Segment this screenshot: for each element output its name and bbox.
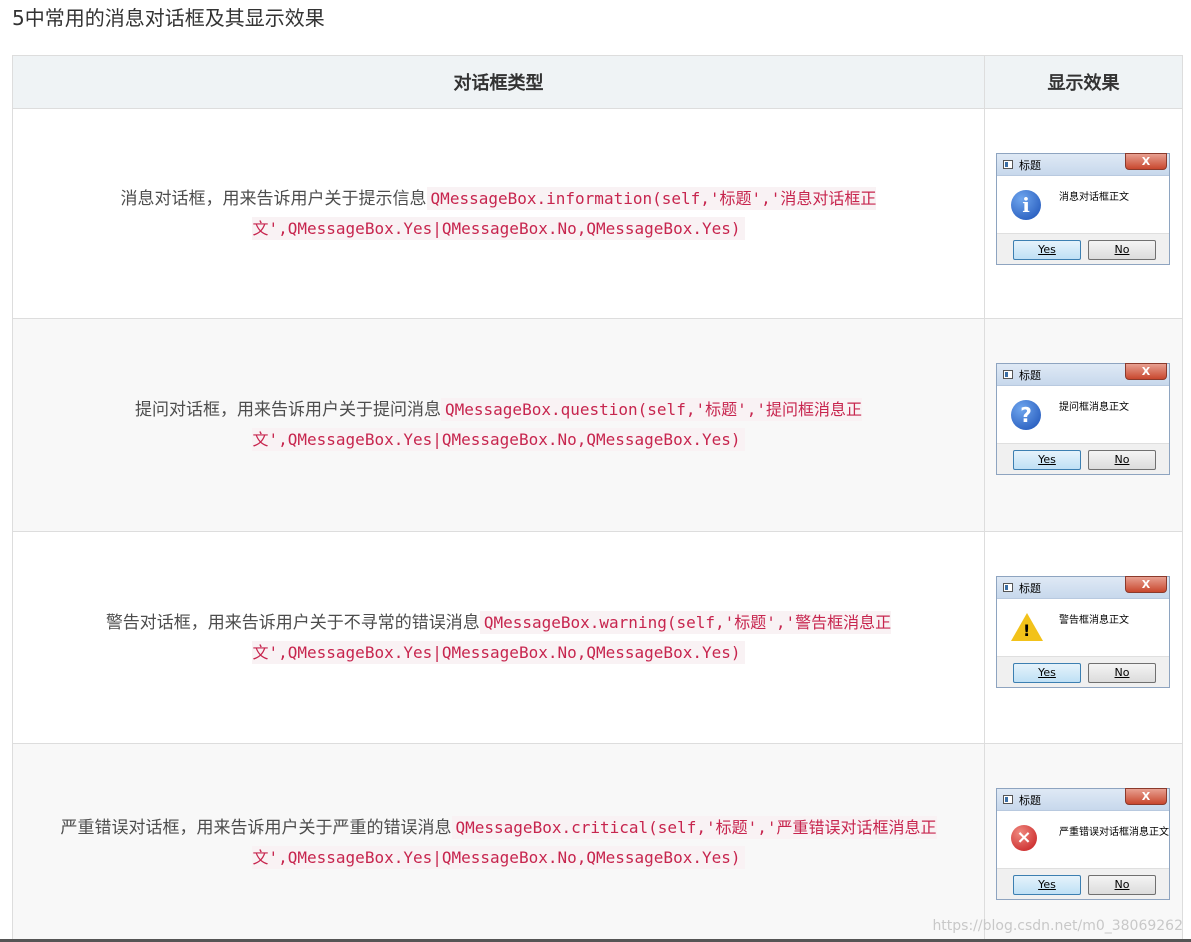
title-bar: 标题 X [997,363,1169,386]
message-text: 提问框消息正文 [1059,402,1129,413]
row-description: 提问对话框，用来告诉用户关于提问消息 QMessageBox.question(s… [13,395,984,455]
display-effect-cell: 标题 X i 消息对话框正文 Yes No [984,108,1183,319]
title-bar: 标题 X [997,576,1169,599]
yes-button: Yes [1013,450,1081,470]
message-box-preview: 标题 X i 消息对话框正文 Yes No [996,153,1170,265]
dialog-type-cell: 消息对话框，用来告诉用户关于提示信息 QMessageBox.informatio… [12,108,985,319]
button-bar: Yes No [997,443,1169,474]
window-title: 标题 [1019,794,1041,807]
table-row: 警告对话框，用来告诉用户关于不寻常的错误消息 QMessageBox.warnin… [12,531,1183,744]
message-box-preview: 标题 X × 严重错误对话框消息正文 Yes No [996,788,1170,900]
message-body: ? 提问框消息正文 [997,386,1169,443]
button-bar: Yes No [997,233,1169,264]
table-row: 提问对话框，用来告诉用户关于提问消息 QMessageBox.question(s… [12,318,1183,532]
description-text: 消息对话框，用来告诉用户关于提示信息 [120,188,427,209]
display-effect-cell: 标题 X ! 警告框消息正文 Yes No [984,531,1183,744]
table-row: 严重错误对话框，用来告诉用户关于严重的错误消息 QMessageBox.criti… [12,743,1183,942]
dialog-table: 对话框类型 显示效果 消息对话框，用来告诉用户关于提示信息 QMessageBox… [12,55,1183,942]
description-text: 提问对话框，用来告诉用户关于提问消息 [135,400,441,420]
title-bar: 标题 X [997,788,1169,811]
header-dialog-type: 对话框类型 [12,55,985,109]
row-description: 严重错误对话框，用来告诉用户关于严重的错误消息 QMessageBox.criti… [13,813,984,873]
title-bar: 标题 X [997,153,1169,176]
table-header-row: 对话框类型 显示效果 [12,55,1183,109]
close-icon: X [1125,788,1167,805]
close-icon: X [1125,363,1167,380]
message-box-preview: 标题 X ! 警告框消息正文 Yes No [996,576,1170,688]
dialog-type-cell: 严重错误对话框，用来告诉用户关于严重的错误消息 QMessageBox.criti… [12,743,985,942]
critical-icon: × [1011,825,1037,851]
message-text: 严重错误对话框消息正文 [1059,827,1169,838]
message-text: 警告框消息正文 [1059,615,1129,626]
section-title: 5中常用的消息对话框及其显示效果 [12,6,325,30]
yes-button: Yes [1013,875,1081,895]
dialog-type-cell: 提问对话框，用来告诉用户关于提问消息 QMessageBox.question(s… [12,318,985,532]
no-button: No [1088,663,1156,683]
warning-icon: ! [1011,613,1043,641]
watermark: https://blog.csdn.net/m0_38069262 [932,918,1183,934]
header-display-effect: 显示效果 [984,55,1183,109]
message-box-preview: 标题 X ? 提问框消息正文 Yes No [996,363,1170,475]
message-body: × 严重错误对话框消息正文 [997,811,1169,868]
row-description: 警告对话框，用来告诉用户关于不寻常的错误消息 QMessageBox.warnin… [13,608,984,668]
dialog-type-cell: 警告对话框，用来告诉用户关于不寻常的错误消息 QMessageBox.warnin… [12,531,985,744]
yes-button: Yes [1013,240,1081,260]
information-icon: i [1011,190,1041,220]
window-icon [1003,583,1013,592]
message-body: ! 警告框消息正文 [997,599,1169,656]
window-title: 标题 [1019,582,1041,595]
description-text: 严重错误对话框，用来告诉用户关于严重的错误消息 [60,818,452,838]
window-title: 标题 [1019,159,1041,172]
row-description: 消息对话框，用来告诉用户关于提示信息 QMessageBox.informatio… [13,184,984,244]
description-text: 警告对话框，用来告诉用户关于不寻常的错误消息 [105,612,480,633]
button-bar: Yes No [997,656,1169,687]
display-effect-cell: 标题 X × 严重错误对话框消息正文 Yes No [984,743,1183,942]
window-icon [1003,795,1013,804]
close-icon: X [1125,153,1167,170]
button-bar: Yes No [997,868,1169,899]
no-button: No [1088,875,1156,895]
window-title: 标题 [1019,369,1041,382]
window-icon [1003,370,1013,379]
question-icon: ? [1011,400,1041,430]
display-effect-cell: 标题 X ? 提问框消息正文 Yes No [984,318,1183,532]
yes-button: Yes [1013,663,1081,683]
no-button: No [1088,240,1156,260]
table-row: 消息对话框，用来告诉用户关于提示信息 QMessageBox.informatio… [12,108,1183,319]
window-icon [1003,160,1013,169]
message-text: 消息对话框正文 [1059,192,1129,203]
message-body: i 消息对话框正文 [997,176,1169,233]
no-button: No [1088,450,1156,470]
close-icon: X [1125,576,1167,593]
